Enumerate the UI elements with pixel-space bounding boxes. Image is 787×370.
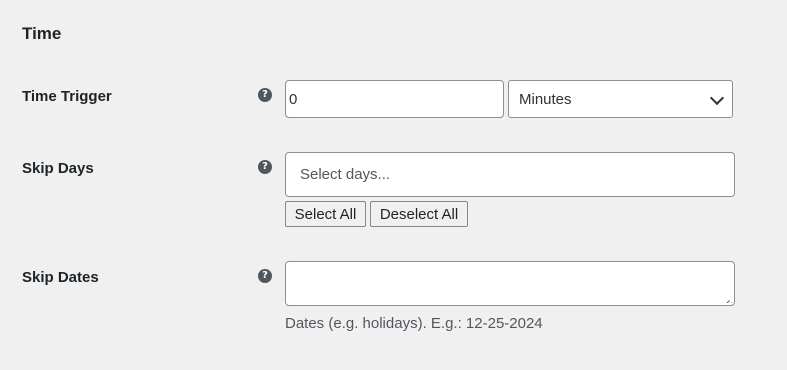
skip-days-multiselect[interactable]: Select days...	[285, 152, 735, 197]
question-icon[interactable]: ?	[258, 160, 272, 174]
question-icon[interactable]: ?	[258, 88, 272, 102]
select-all-button[interactable]: Select All	[285, 201, 366, 227]
question-icon[interactable]: ?	[258, 269, 272, 283]
time-unit-selected: Minutes	[519, 90, 572, 108]
section-title: Time	[22, 24, 62, 43]
time-settings-panel: Time Time Trigger ? Minutes Skip Days ? …	[0, 0, 787, 370]
chevron-down-icon	[709, 90, 725, 106]
deselect-all-button[interactable]: Deselect All	[370, 201, 468, 227]
time-trigger-label: Time Trigger	[22, 88, 112, 105]
skip-dates-description: Dates (e.g. holidays). E.g.: 12-25-2024	[285, 315, 543, 332]
skip-days-placeholder: Select days...	[300, 166, 391, 183]
time-trigger-input[interactable]	[285, 80, 504, 118]
time-unit-select[interactable]: Minutes	[508, 80, 733, 118]
skip-days-label: Skip Days	[22, 160, 94, 177]
skip-dates-label: Skip Dates	[22, 269, 99, 286]
skip-dates-textarea[interactable]	[285, 261, 735, 306]
resize-handle-icon[interactable]	[723, 294, 732, 303]
